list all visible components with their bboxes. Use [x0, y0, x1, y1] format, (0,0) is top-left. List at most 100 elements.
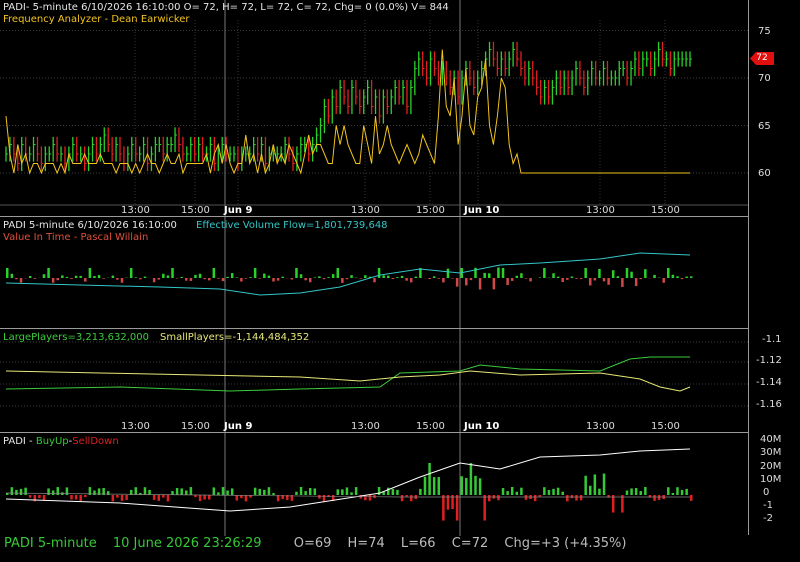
buy-sell-bar	[634, 488, 638, 495]
buy-sell-bar	[405, 495, 408, 497]
time-label-0: 13:00	[121, 421, 150, 432]
buy-sell-bar	[272, 492, 275, 495]
value-bar	[625, 268, 629, 278]
value-bar	[240, 278, 243, 282]
time-label-4: 15:00	[416, 421, 445, 432]
buyup-selldown-panel: PADI - BuyUp-SellDown	[0, 432, 748, 536]
buy-sell-bar	[345, 487, 349, 495]
buy-sell-bar	[396, 489, 399, 495]
buy-sell-bar	[207, 495, 211, 500]
value-bar	[304, 278, 307, 281]
buy-sell-bar	[84, 495, 87, 498]
value-bar	[451, 278, 454, 279]
buyup-title: PADI -	[3, 436, 36, 447]
value-bar	[322, 278, 326, 280]
value-bar	[134, 277, 138, 278]
selldown-label: SellDown	[72, 436, 119, 447]
buy-sell-bar	[653, 495, 656, 501]
buy-sell-bar	[639, 491, 643, 495]
buy-sell-bar	[598, 488, 601, 495]
buy-sell-bar	[143, 487, 147, 495]
value-bar	[428, 278, 431, 280]
value-bar	[690, 276, 693, 278]
value-bar	[671, 274, 675, 278]
buy-sell-bar	[194, 495, 197, 498]
buy-sell-bar	[120, 495, 124, 501]
buy-sell-bar	[226, 490, 229, 495]
buy-sell-bar	[350, 492, 353, 495]
buy-sell-bar	[235, 495, 239, 501]
value-bar	[198, 273, 202, 278]
value-bar	[249, 277, 252, 278]
value-bar	[171, 268, 174, 278]
value-bar	[432, 276, 436, 278]
value-bar	[492, 278, 496, 290]
buy-sell-bar	[680, 489, 684, 495]
buy-sell-bar	[611, 495, 615, 513]
buy-sell-bar	[198, 495, 202, 502]
value-bar	[203, 278, 206, 280]
buy-sell-bar	[368, 495, 372, 501]
value-bar	[396, 277, 399, 278]
buy-sell-bar	[455, 495, 459, 521]
time-label-7: 15:00	[651, 205, 680, 216]
value-bar	[212, 268, 216, 278]
players-chart	[0, 329, 748, 433]
buy-sell-bar	[391, 488, 395, 495]
buy-sell-bar	[42, 495, 46, 501]
value-bar	[253, 268, 257, 278]
value-bar	[97, 275, 101, 278]
value-bar	[382, 275, 385, 278]
value-bar	[377, 268, 381, 278]
value-bar	[162, 273, 165, 278]
value-bar	[65, 277, 69, 278]
buy-sell-bar	[575, 495, 578, 501]
value-bar	[506, 278, 509, 286]
buy-sell-bar	[185, 490, 188, 495]
buy-sell-bar	[566, 495, 569, 502]
buyup-selldown-chart	[5, 433, 693, 536]
value-bar	[414, 276, 418, 278]
value-bar	[313, 277, 317, 278]
buy-sell-bar	[51, 490, 55, 495]
buy-sell-bar	[667, 487, 670, 495]
small-players-label: SmallPlayers=-1,144,484,352	[160, 332, 310, 343]
time-label-7: 15:00	[651, 421, 680, 432]
value-bar	[263, 273, 266, 278]
value-bar	[226, 276, 229, 278]
buy-sell-bar	[125, 495, 128, 500]
time-label-3: 13:00	[351, 421, 380, 432]
value-bar	[455, 278, 459, 287]
value-bar	[185, 278, 188, 281]
value-bar	[42, 274, 46, 278]
value-bar	[589, 278, 592, 286]
buy-sell-bar	[478, 478, 482, 495]
buy-sell-bar	[671, 492, 675, 495]
y-tick-20M: 20M	[760, 461, 782, 472]
value-bar	[139, 278, 142, 280]
buy-sell-bar	[488, 495, 491, 502]
buy-sell-bar	[377, 487, 381, 495]
buy-sell-bar	[111, 495, 115, 502]
y-tick-neg2: -2	[763, 513, 773, 524]
buy-sell-bar	[506, 491, 509, 495]
value-bar	[61, 275, 64, 278]
value-bar	[359, 278, 362, 279]
value-bar	[488, 273, 491, 278]
value-bar	[157, 278, 160, 280]
value-bar	[267, 275, 271, 278]
value-bar	[483, 272, 486, 278]
value-bar	[272, 278, 275, 282]
y-tick-40M: 40M	[760, 434, 782, 445]
value-bar	[152, 278, 156, 283]
y-tick-1.16: -1.16	[756, 399, 782, 410]
y-tick-10M: 10M	[760, 474, 782, 485]
time-label-5: Jun 10	[464, 421, 500, 432]
value-bar	[129, 268, 133, 278]
time-label-2: Jun 9	[224, 205, 253, 216]
value-bar	[70, 278, 73, 279]
value-bar	[327, 277, 330, 278]
buy-sell-bar	[556, 487, 560, 495]
time-label-1: 15:00	[181, 421, 210, 432]
cumulative-buyup-line	[5, 448, 691, 512]
